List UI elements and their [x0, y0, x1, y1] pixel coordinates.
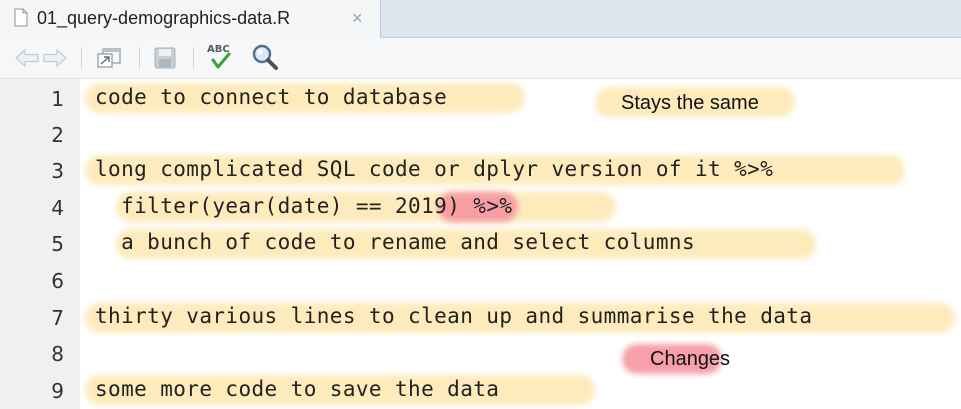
toolbar-separator [139, 47, 140, 69]
code-line[interactable]: 7 thirty various lines to clean up and s… [0, 298, 961, 335]
code-text: a bunch of code to rename and select col… [95, 230, 695, 254]
code-text: thirty various lines to clean up and sum… [95, 304, 813, 328]
close-icon[interactable]: × [352, 8, 363, 28]
annotation-stays-same: Stays the same [621, 92, 759, 114]
code-line[interactable]: 8 [0, 334, 961, 371]
code-editor[interactable]: 1 code to connect to database 2 3 long c… [0, 79, 961, 409]
toolbar-separator [193, 47, 194, 69]
line-number: 9 [51, 379, 64, 403]
editor-toolbar: ABC [0, 38, 961, 79]
code-line[interactable]: 9 some more code to save the data [0, 371, 961, 408]
search-icon[interactable] [250, 43, 280, 73]
spellcheck-label: ABC [207, 44, 230, 55]
code-line[interactable]: 4 filter(year(date) == 2019) %>% [0, 188, 961, 225]
toolbar-separator [81, 47, 82, 69]
code-text: code to connect to database [95, 85, 448, 109]
line-number: 5 [51, 232, 64, 256]
forward-icon[interactable] [42, 46, 68, 70]
rstudio-editor-window: 01_query-demographics-data.R × ABC 1 cod… [0, 0, 961, 409]
code-text: some more code to save the data [95, 377, 500, 401]
code-text: filter(year(date) == 2019) %>% [95, 194, 512, 218]
line-number: 4 [51, 196, 64, 220]
line-number: 6 [51, 269, 64, 293]
code-line[interactable]: 3 long complicated SQL code or dplyr ver… [0, 151, 961, 188]
line-number: 7 [51, 306, 64, 330]
back-icon[interactable] [14, 46, 40, 70]
annotation-changes: Changes [650, 348, 731, 370]
line-number: 3 [51, 159, 64, 183]
tab-title: 01_query-demographics-data.R [37, 8, 291, 28]
spellcheck-icon[interactable]: ABC [205, 41, 239, 71]
save-icon[interactable] [152, 46, 178, 70]
code-text: long complicated SQL code or dplyr versi… [95, 157, 774, 181]
code-line[interactable]: 1 code to connect to database [0, 79, 961, 116]
line-number: 1 [51, 87, 64, 111]
code-line[interactable]: 2 [0, 115, 961, 152]
year-value: 2019 [395, 194, 448, 218]
tab-file[interactable]: 01_query-demographics-data.R × [0, 0, 381, 38]
code-text-post: ) %>% [447, 194, 513, 218]
tab-bar: 01_query-demographics-data.R × [0, 0, 961, 38]
line-number: 2 [51, 123, 64, 147]
code-line[interactable]: 6 [0, 261, 961, 298]
file-icon [14, 8, 28, 27]
line-number: 8 [51, 342, 64, 366]
code-text-pre: filter(year(date) == [95, 194, 395, 218]
code-line[interactable]: 5 a bunch of code to rename and select c… [0, 224, 961, 261]
show-in-window-icon[interactable] [95, 46, 123, 70]
